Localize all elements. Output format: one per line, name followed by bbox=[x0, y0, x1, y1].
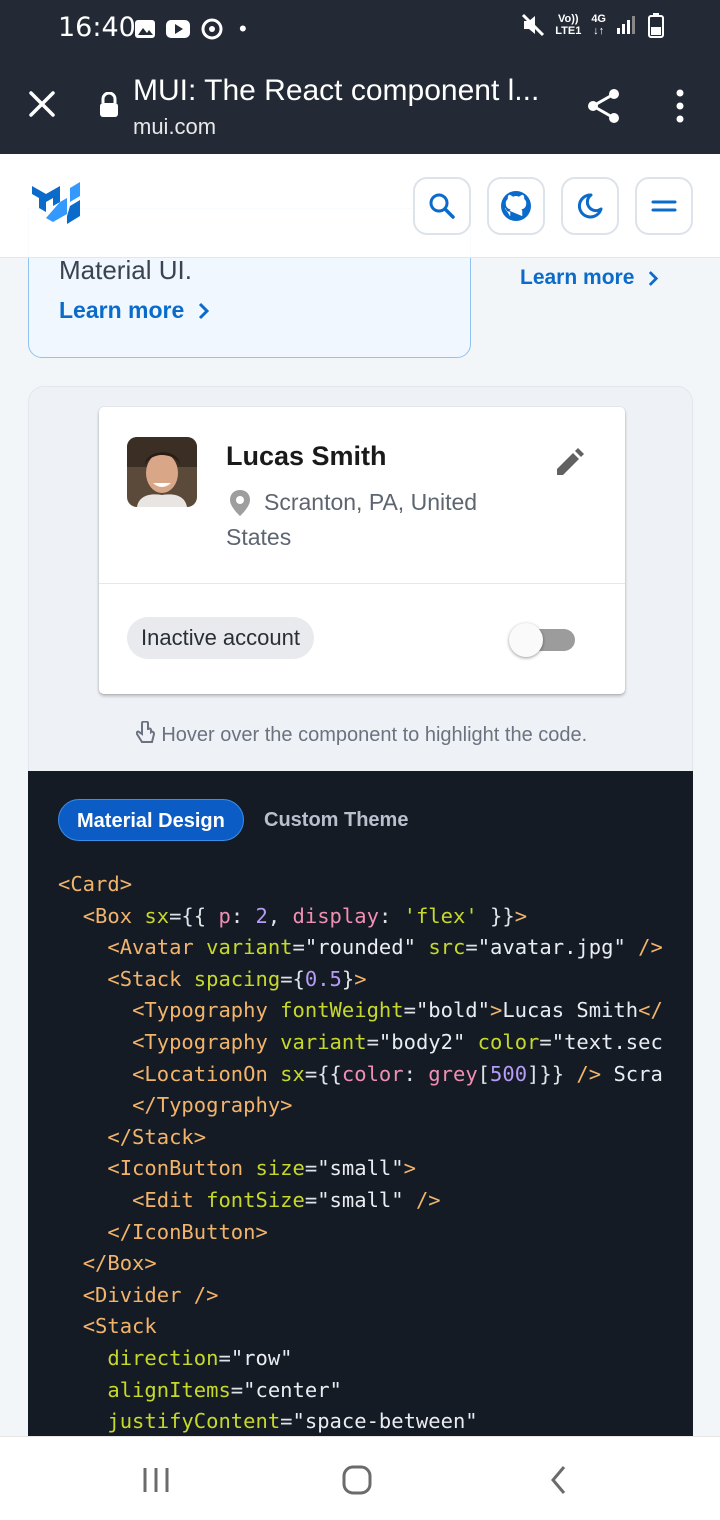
status-chip: Inactive account bbox=[127, 617, 314, 659]
pointer-hand-icon bbox=[135, 720, 155, 743]
search-button[interactable] bbox=[413, 177, 471, 235]
lock-icon bbox=[100, 92, 118, 117]
mui-logo[interactable] bbox=[30, 180, 86, 230]
code-panel: Material Design Custom Theme <Card> <Box… bbox=[28, 771, 693, 1436]
toggle-thumb bbox=[509, 623, 543, 657]
gallery-icon bbox=[135, 20, 155, 38]
youtube-icon bbox=[166, 20, 190, 38]
learn-more-link-right[interactable]: Learn more bbox=[520, 266, 659, 290]
feature-card-text: Material UI. bbox=[59, 255, 192, 285]
status-icons-right: Vo)) LTE1 4G ↓↑ bbox=[521, 12, 664, 38]
status-dot: • bbox=[239, 16, 247, 41]
site-header bbox=[0, 154, 720, 258]
signal-icon bbox=[617, 16, 635, 34]
avatar bbox=[127, 437, 197, 507]
status-icons-left: • bbox=[134, 16, 247, 42]
browser-toolbar: MUI: The React component l... mui.com bbox=[0, 56, 720, 154]
profile-name: Lucas Smith bbox=[226, 441, 387, 471]
chevron-right-icon bbox=[199, 302, 210, 319]
status-bar: 16:40 • Vo)) LTE1 4G ↓↑ bbox=[0, 0, 720, 56]
profile-location: Scranton, PA, United States bbox=[226, 489, 478, 550]
profile-card[interactable]: Lucas Smith Scranton, PA, United States … bbox=[99, 407, 625, 694]
avatar-image bbox=[127, 437, 197, 507]
back-icon[interactable] bbox=[548, 1464, 570, 1496]
learn-more-link[interactable]: Learn more bbox=[59, 297, 210, 324]
tab-custom-theme[interactable]: Custom Theme bbox=[264, 799, 408, 841]
page-title[interactable]: MUI: The React component l... bbox=[133, 74, 539, 108]
battery-icon bbox=[648, 13, 664, 38]
code-block[interactable]: <Card> <Box sx={{ p: 2, display: 'flex' … bbox=[58, 869, 663, 1436]
github-icon bbox=[501, 191, 531, 221]
sync-icon bbox=[201, 18, 223, 40]
hover-hint: Hover over the component to highlight th… bbox=[29, 720, 694, 747]
card-divider bbox=[99, 583, 625, 584]
menu-button[interactable] bbox=[635, 177, 693, 235]
account-toggle[interactable] bbox=[509, 623, 579, 657]
edit-icon[interactable] bbox=[551, 445, 587, 481]
menu-icon bbox=[651, 200, 677, 212]
tab-material-design[interactable]: Material Design bbox=[58, 799, 244, 841]
moon-icon bbox=[578, 193, 603, 219]
status-time: 16:40 bbox=[58, 12, 136, 43]
signal-type: 4G ↓↑ bbox=[591, 13, 606, 37]
share-icon[interactable] bbox=[584, 86, 624, 126]
chevron-right-icon bbox=[649, 270, 659, 286]
system-nav-bar bbox=[0, 1436, 720, 1520]
web-page: Material UI. Learn more Learn more Lucas… bbox=[0, 154, 720, 1436]
search-icon bbox=[429, 193, 455, 219]
github-button[interactable] bbox=[487, 177, 545, 235]
mute-icon bbox=[522, 13, 545, 37]
more-options-icon[interactable] bbox=[670, 88, 690, 124]
page-url[interactable]: mui.com bbox=[133, 114, 216, 140]
close-icon[interactable] bbox=[26, 88, 58, 120]
recent-apps-icon[interactable] bbox=[141, 1465, 171, 1495]
theme-toggle-button[interactable] bbox=[561, 177, 619, 235]
demo-panel: Lucas Smith Scranton, PA, United States … bbox=[28, 386, 693, 786]
home-icon[interactable] bbox=[341, 1464, 373, 1496]
network-label: Vo)) LTE1 bbox=[555, 13, 582, 37]
